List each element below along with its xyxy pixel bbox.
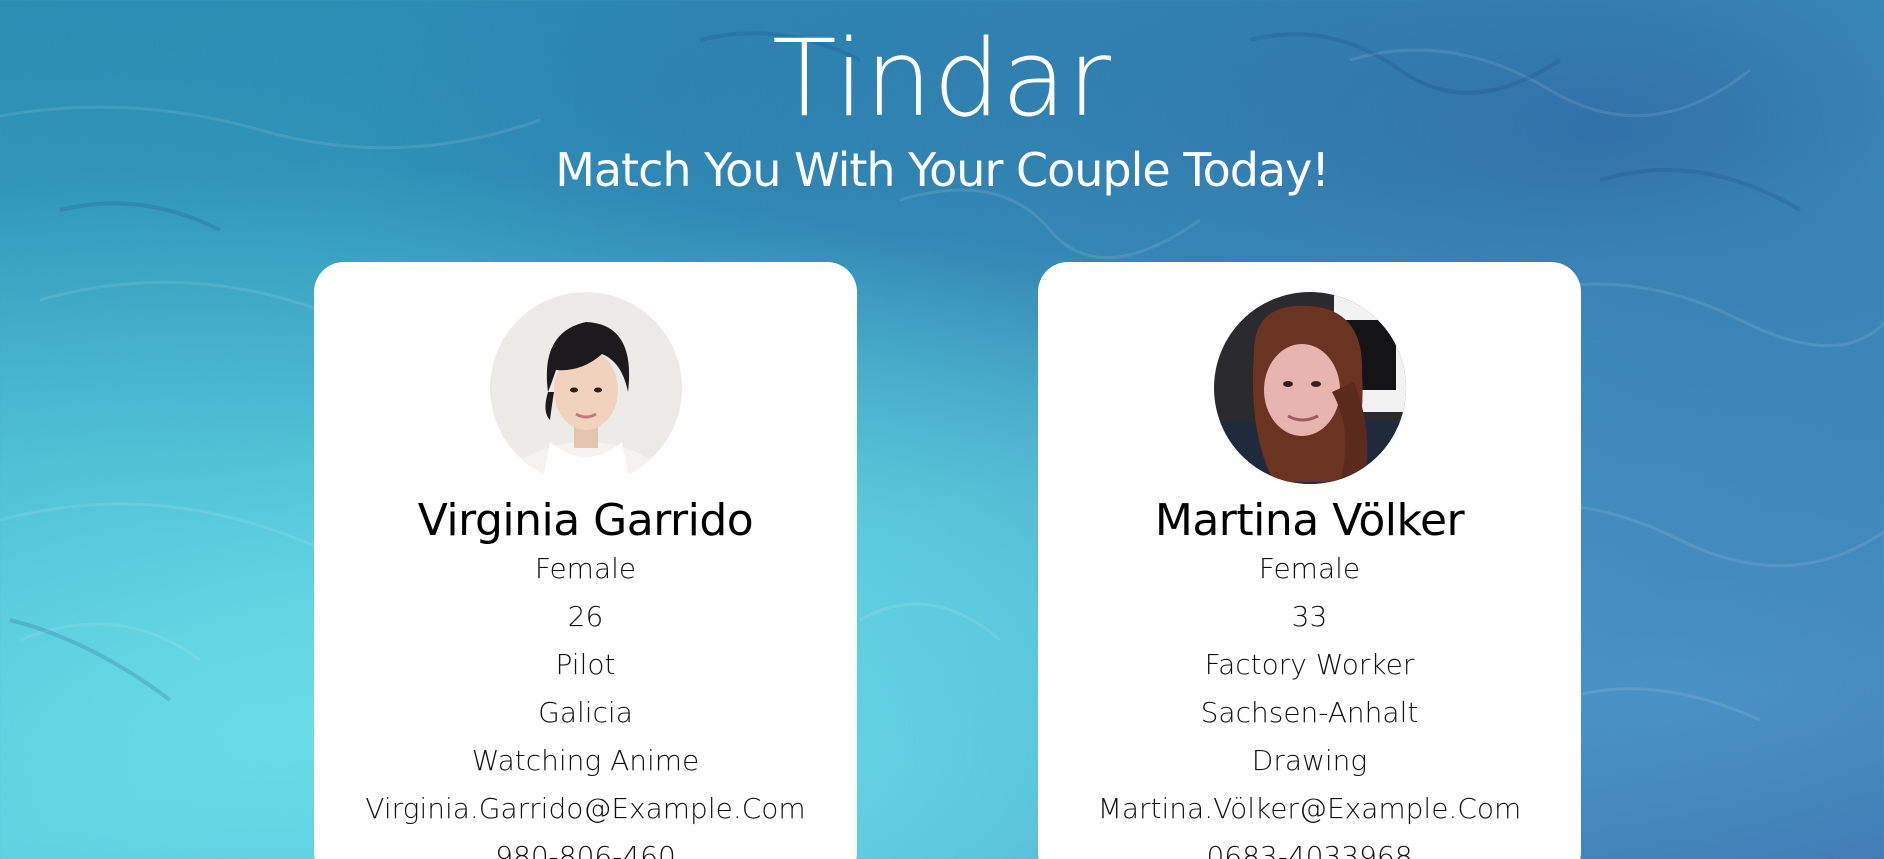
profile-hobby: Watching Anime <box>471 744 700 777</box>
profile-age: 26 <box>567 600 604 633</box>
app-title: Tindar <box>772 17 1112 140</box>
profile-phone: 980-806-460 <box>495 840 676 859</box>
profile-region: Galicia <box>538 696 633 729</box>
profile-email: Virginia.Garrido@Example.Com <box>365 792 806 825</box>
tagline: Match You With Your Couple Today! <box>555 143 1330 197</box>
profile-avatar <box>490 292 682 484</box>
profile-occupation: Factory Worker <box>1204 648 1415 681</box>
profile-age: 33 <box>1291 600 1328 633</box>
profile-email: Martina.Völker@Example.Com <box>1097 792 1522 825</box>
profile-occupation: Pilot <box>555 648 616 681</box>
profile-gender: Female <box>1258 552 1361 585</box>
profile-gender: Female <box>534 552 637 585</box>
profile-hobby: Drawing <box>1251 744 1368 777</box>
profile-card[interactable]: Martina Völker Female 33 Factory Worker … <box>1038 262 1581 859</box>
profile-avatar <box>1214 292 1406 484</box>
profile-region: Sachsen-Anhalt <box>1200 696 1419 729</box>
profile-card[interactable]: Virginia Garrido Female 26 Pilot Galicia… <box>314 262 857 859</box>
profile-name: Martina Völker <box>1154 495 1465 546</box>
profile-name: Virginia Garrido <box>417 495 754 546</box>
profile-phone: 0683-4033968 <box>1206 840 1413 859</box>
